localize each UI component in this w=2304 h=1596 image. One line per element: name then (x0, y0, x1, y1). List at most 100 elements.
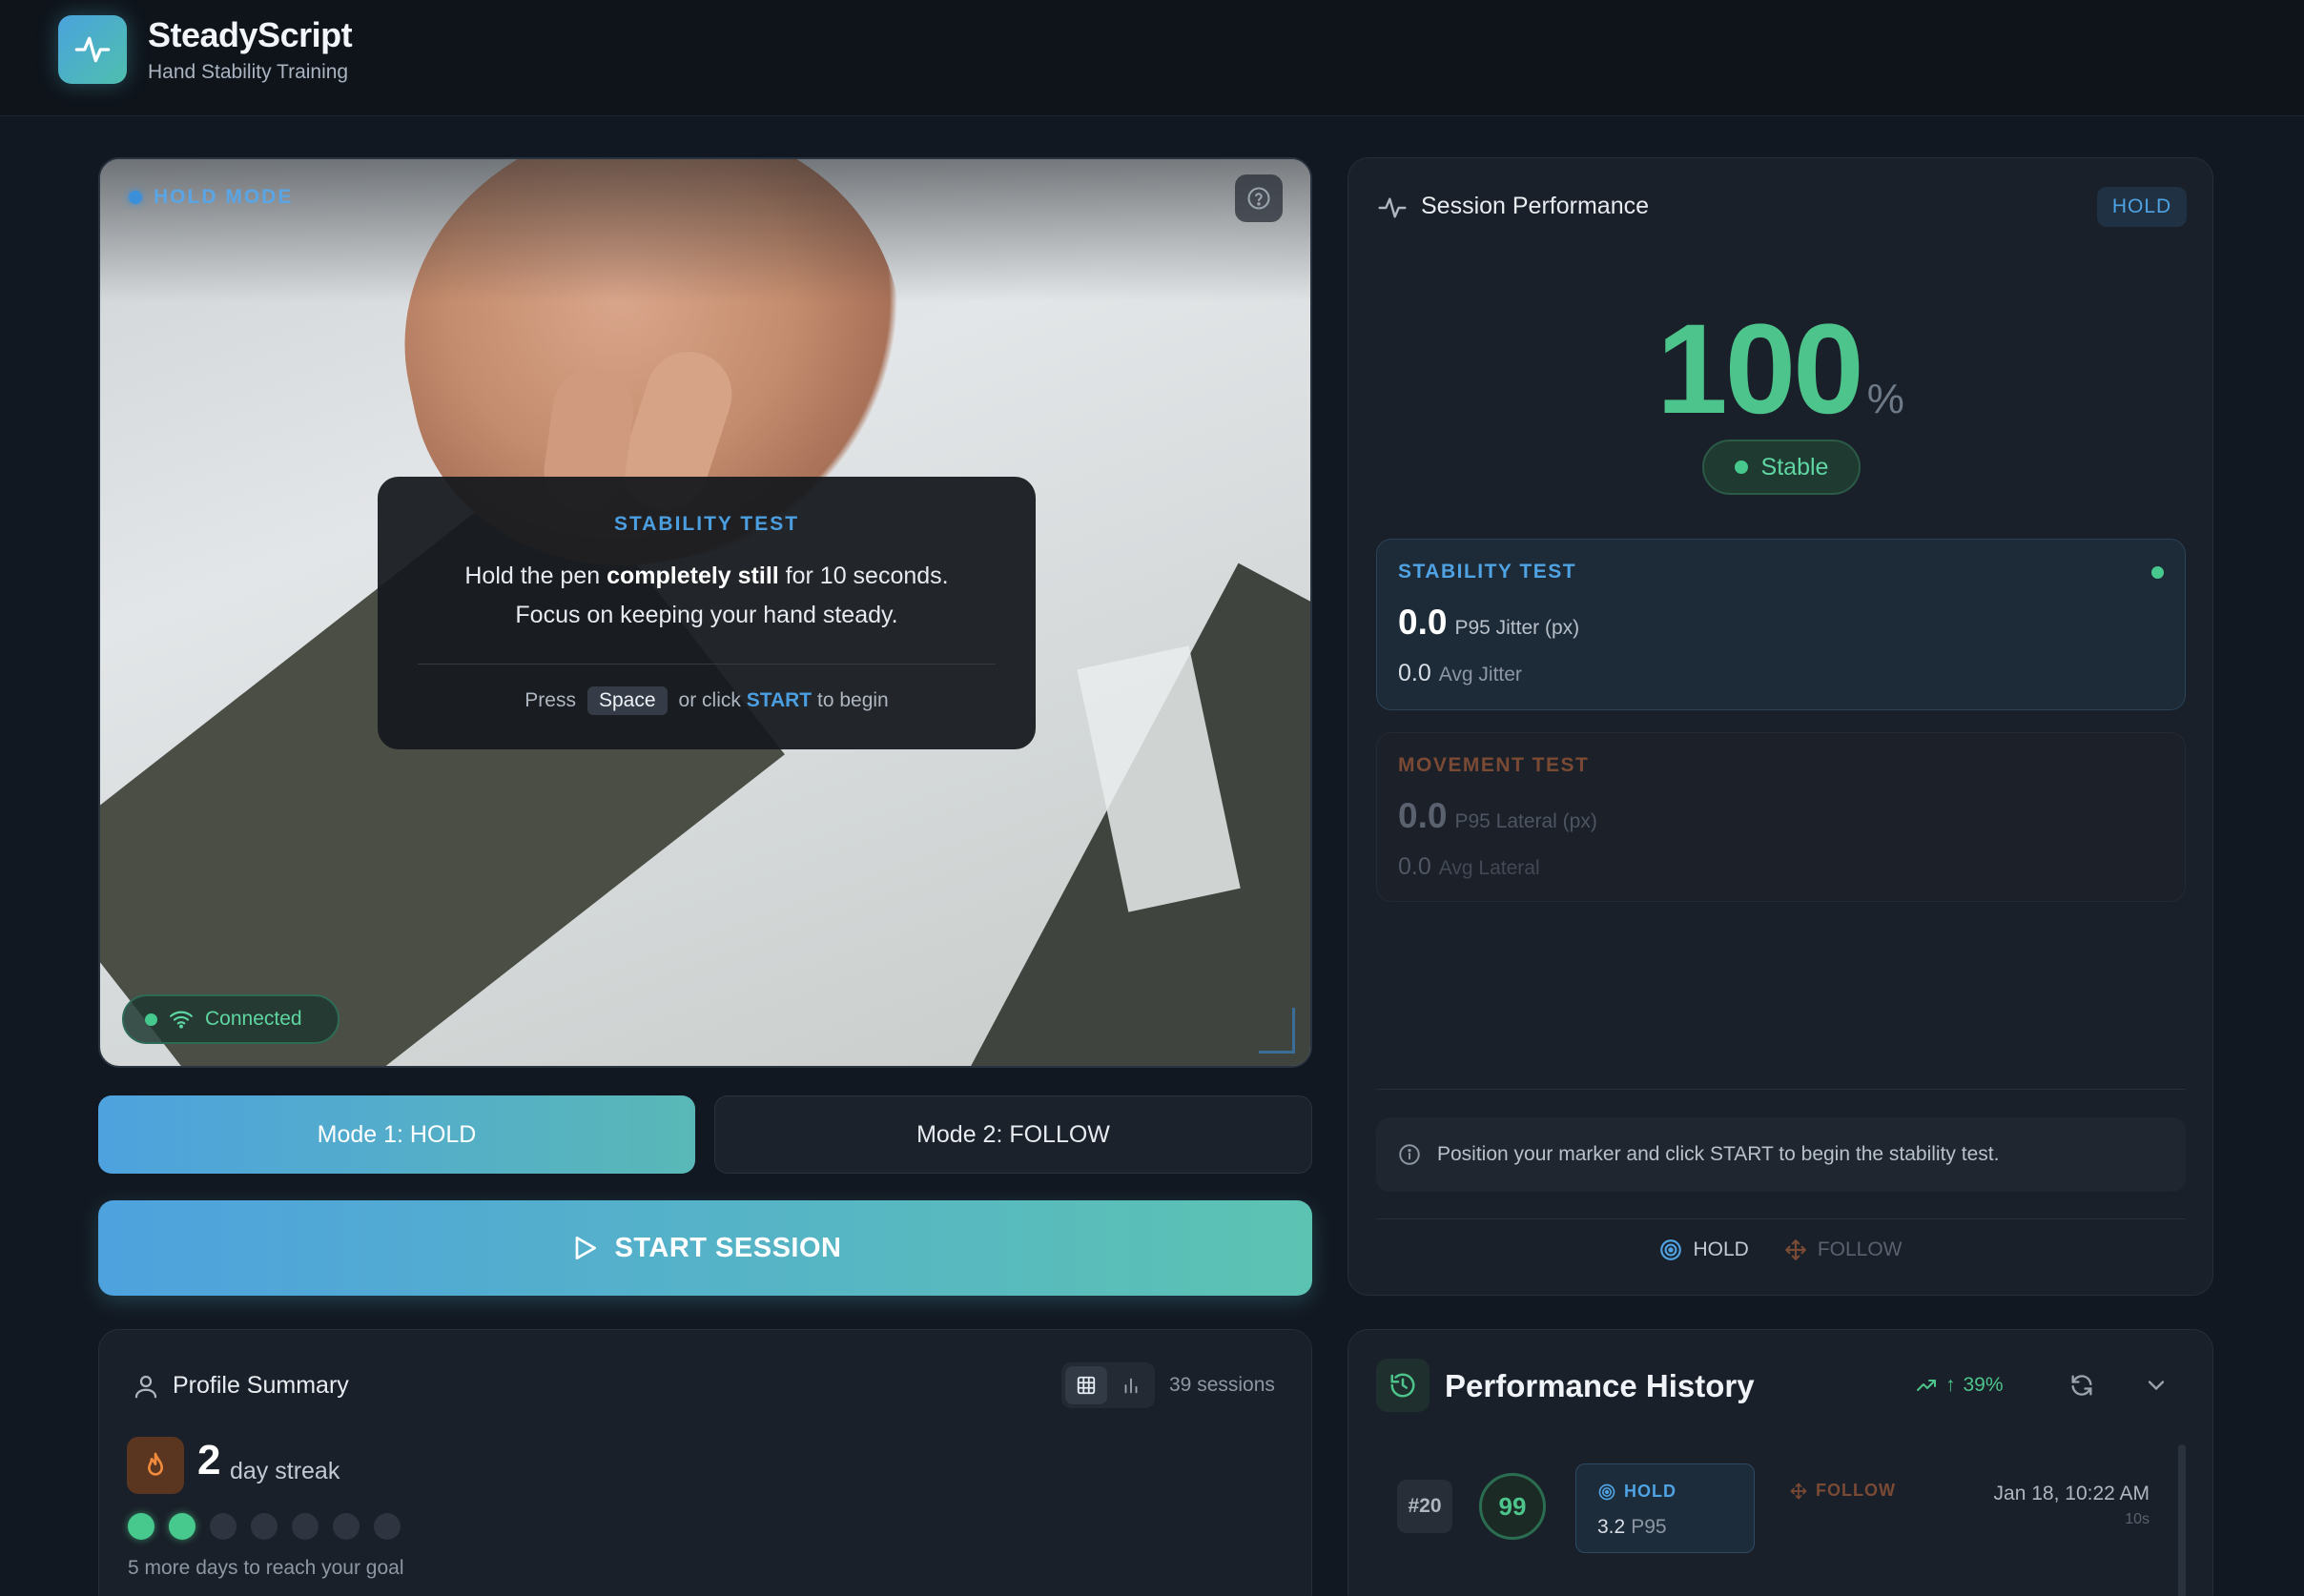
avg-jitter-label: Avg Jitter (1438, 664, 1522, 685)
hold-result-value: 3.2 P95 (1597, 1516, 1667, 1539)
trending-up-icon (1917, 1380, 1936, 1391)
mode-follow-button[interactable]: Mode 2: FOLLOW (714, 1095, 1312, 1174)
streak-note: 5 more days to reach your goal (128, 1557, 404, 1579)
refresh-button[interactable] (2068, 1372, 2095, 1403)
session-follow-result[interactable]: FOLLOW (1789, 1481, 1896, 1501)
streak-day-dot (169, 1513, 195, 1540)
collapse-button[interactable] (2143, 1372, 2170, 1403)
session-score: 99 (1479, 1473, 1546, 1540)
streak-count: 2 (197, 1437, 221, 1483)
hold-unit: P95 (1631, 1516, 1667, 1538)
move-icon (1790, 1483, 1807, 1499)
instruction-text: for 10 seconds. (778, 563, 949, 589)
move-icon (1784, 1239, 1806, 1260)
session-date: Jan 18, 10:22 AM 10s (1994, 1483, 2150, 1528)
history-trend: ↑ 39% (1915, 1374, 2004, 1397)
start-session-label: START SESSION (614, 1232, 842, 1263)
p95-jitter-value: 0.0 (1398, 603, 1448, 642)
session-number: #20 (1397, 1480, 1452, 1533)
mode-badge: HOLD (2097, 187, 2187, 227)
history-scrollbar[interactable] (2178, 1444, 2186, 1596)
legend-hold-label: HOLD (1693, 1238, 1749, 1260)
pulse-icon (74, 36, 111, 63)
info-message: Position your marker and click START to … (1376, 1117, 2186, 1192)
refresh-icon (2071, 1375, 2092, 1396)
avg-jitter: 0.0 Avg Jitter (1398, 660, 1522, 687)
avg-lateral-value: 0.0 (1398, 853, 1431, 880)
target-icon (1660, 1239, 1682, 1260)
movement-test-card[interactable]: MOVEMENT TEST 0.0 P95 Lateral (px) 0.0 A… (1376, 732, 2186, 902)
instruction-card: STABILITY TEST Hold the pen completely s… (378, 477, 1036, 749)
session-hold-result[interactable]: HOLD 3.2 P95 (1575, 1463, 1755, 1553)
stability-score: 100% (1348, 297, 2212, 442)
trend-arrow: ↑ (1945, 1374, 1956, 1396)
history-title: Performance History (1445, 1368, 1755, 1403)
streak-progress (128, 1513, 401, 1540)
avg-lateral-label: Avg Lateral (1438, 857, 1540, 879)
streak-day-dot (251, 1513, 278, 1540)
sessions-count: 39 sessions (1169, 1374, 1275, 1396)
help-button[interactable] (1235, 174, 1283, 222)
p95-lateral-value: 0.0 (1398, 796, 1448, 835)
mode-label: HOLD MODE (154, 186, 294, 208)
instruction-divider (418, 664, 996, 665)
activity-icon (1378, 197, 1407, 218)
start-session-button[interactable]: START SESSION (98, 1200, 1312, 1296)
instruction-hint: Press Space or click START to begin (378, 686, 1036, 715)
status-dot (145, 1013, 157, 1026)
stability-test-card[interactable]: STABILITY TEST 0.0 P95 Jitter (px) 0.0 A… (1376, 539, 2186, 710)
hint-text: or click START to begin (678, 689, 889, 711)
mode-indicator: HOLD MODE (129, 186, 293, 209)
wifi-icon (170, 1011, 193, 1029)
instruction-emphasis: completely still (607, 563, 779, 589)
streak-label: day streak (230, 1458, 340, 1484)
chevron-down-icon (2148, 1381, 2165, 1391)
instruction-title: STABILITY TEST (613, 513, 800, 535)
status-badge: Stable (1702, 440, 1861, 495)
instruction-text: Hold the pen (464, 563, 607, 589)
legend-hold[interactable]: HOLD (1658, 1238, 1749, 1262)
score-unit: % (1866, 376, 1904, 422)
profile-title: Profile Summary (173, 1372, 349, 1399)
view-toggle (1061, 1362, 1155, 1408)
bar-chart-icon (1124, 1378, 1138, 1394)
p95-lateral: 0.0 P95 Lateral (px) (1398, 796, 1597, 836)
mode-hold-button[interactable]: Mode 1: HOLD (98, 1095, 695, 1174)
hold-result-label: HOLD (1597, 1482, 1677, 1502)
movement-test-title: MOVEMENT TEST (1398, 754, 1590, 776)
p95-lateral-label: P95 Lateral (px) (1454, 810, 1597, 832)
target-icon (1598, 1483, 1615, 1500)
divider (1376, 1089, 2186, 1090)
play-icon (575, 1237, 596, 1259)
p95-jitter: 0.0 P95 Jitter (px) (1398, 603, 1579, 643)
legend-follow-label: FOLLOW (1817, 1238, 1903, 1260)
chart-view-button[interactable] (1111, 1366, 1151, 1404)
active-dot (2151, 566, 2164, 579)
status-dot (1734, 460, 1748, 474)
streak-badge (127, 1437, 184, 1494)
info-text: Position your marker and click START to … (1437, 1143, 2000, 1165)
avg-lateral: 0.0 Avg Lateral (1398, 853, 1540, 881)
history-icon (1390, 1373, 1415, 1398)
performance-history-panel: Performance History ↑ 39% #20 99 HOLD 3.… (1347, 1329, 2213, 1596)
info-icon (1399, 1144, 1420, 1165)
stability-test-title: STABILITY TEST (1398, 561, 1577, 583)
legend-follow[interactable]: FOLLOW (1783, 1238, 1903, 1262)
history-badge (1376, 1359, 1430, 1412)
divider (1376, 1218, 2186, 1219)
streak-day-dot (292, 1513, 319, 1540)
mode-dot (129, 191, 142, 204)
performance-title: Session Performance (1421, 193, 1650, 219)
session-performance-panel: Session Performance HOLD 100% Stable STA… (1347, 157, 2213, 1296)
grid-view-button[interactable] (1065, 1366, 1107, 1404)
instruction-line-2: Focus on keeping your hand steady. (515, 602, 898, 628)
streak-day-dot (374, 1513, 401, 1540)
app-title: SteadyScript (148, 15, 353, 54)
flame-icon (148, 1452, 163, 1476)
trend-value: 39% (1963, 1374, 2004, 1396)
grid-icon (1077, 1376, 1096, 1395)
camera-shade (100, 159, 1310, 302)
mode-legend: HOLD FOLLOW (1348, 1238, 2212, 1262)
score-value: 100 (1656, 298, 1864, 440)
hold-value: 3.2 (1597, 1516, 1626, 1538)
